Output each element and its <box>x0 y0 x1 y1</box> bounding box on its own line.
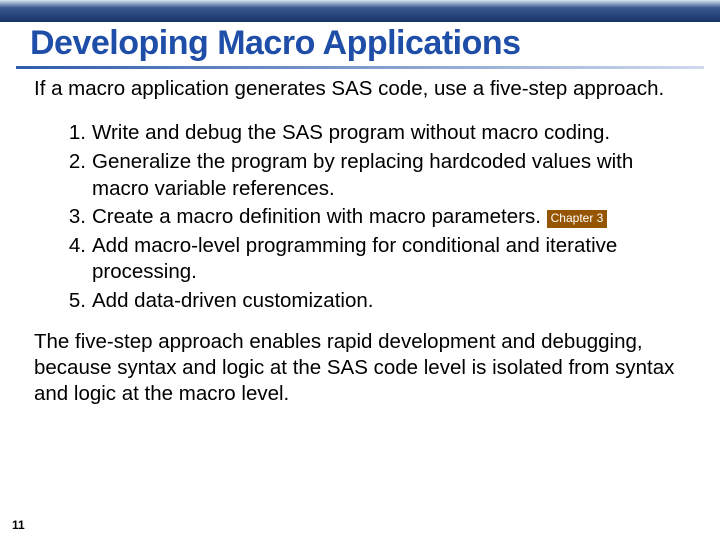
step-text: Generalize the program by replacing hard… <box>92 150 633 200</box>
step-text: Write and debug the SAS program without … <box>92 121 610 144</box>
list-item: Write and debug the SAS program without … <box>90 120 686 147</box>
page-number: 11 <box>12 518 25 532</box>
closing-text: The five-step approach enables rapid dev… <box>34 329 686 408</box>
steps-list: Write and debug the SAS program without … <box>34 120 686 314</box>
header-band <box>0 0 720 22</box>
list-item: Generalize the program by replacing hard… <box>90 149 686 202</box>
intro-text: If a macro application generates SAS cod… <box>34 76 686 102</box>
slide: Developing Macro Applications If a macro… <box>0 0 720 540</box>
list-item: Add data-driven customization. <box>90 288 686 315</box>
list-item: Create a macro definition with macro par… <box>90 204 686 231</box>
slide-title: Developing Macro Applications <box>30 24 690 63</box>
step-text: Add data-driven customization. <box>92 289 373 312</box>
chapter-badge: Chapter 3 <box>547 210 608 228</box>
slide-content: If a macro application generates SAS cod… <box>34 76 686 407</box>
list-item: Add macro-level programming for conditio… <box>90 233 686 286</box>
step-text: Add macro-level programming for conditio… <box>92 234 617 284</box>
title-rule <box>16 66 704 69</box>
step-text: Create a macro definition with macro par… <box>92 205 541 228</box>
